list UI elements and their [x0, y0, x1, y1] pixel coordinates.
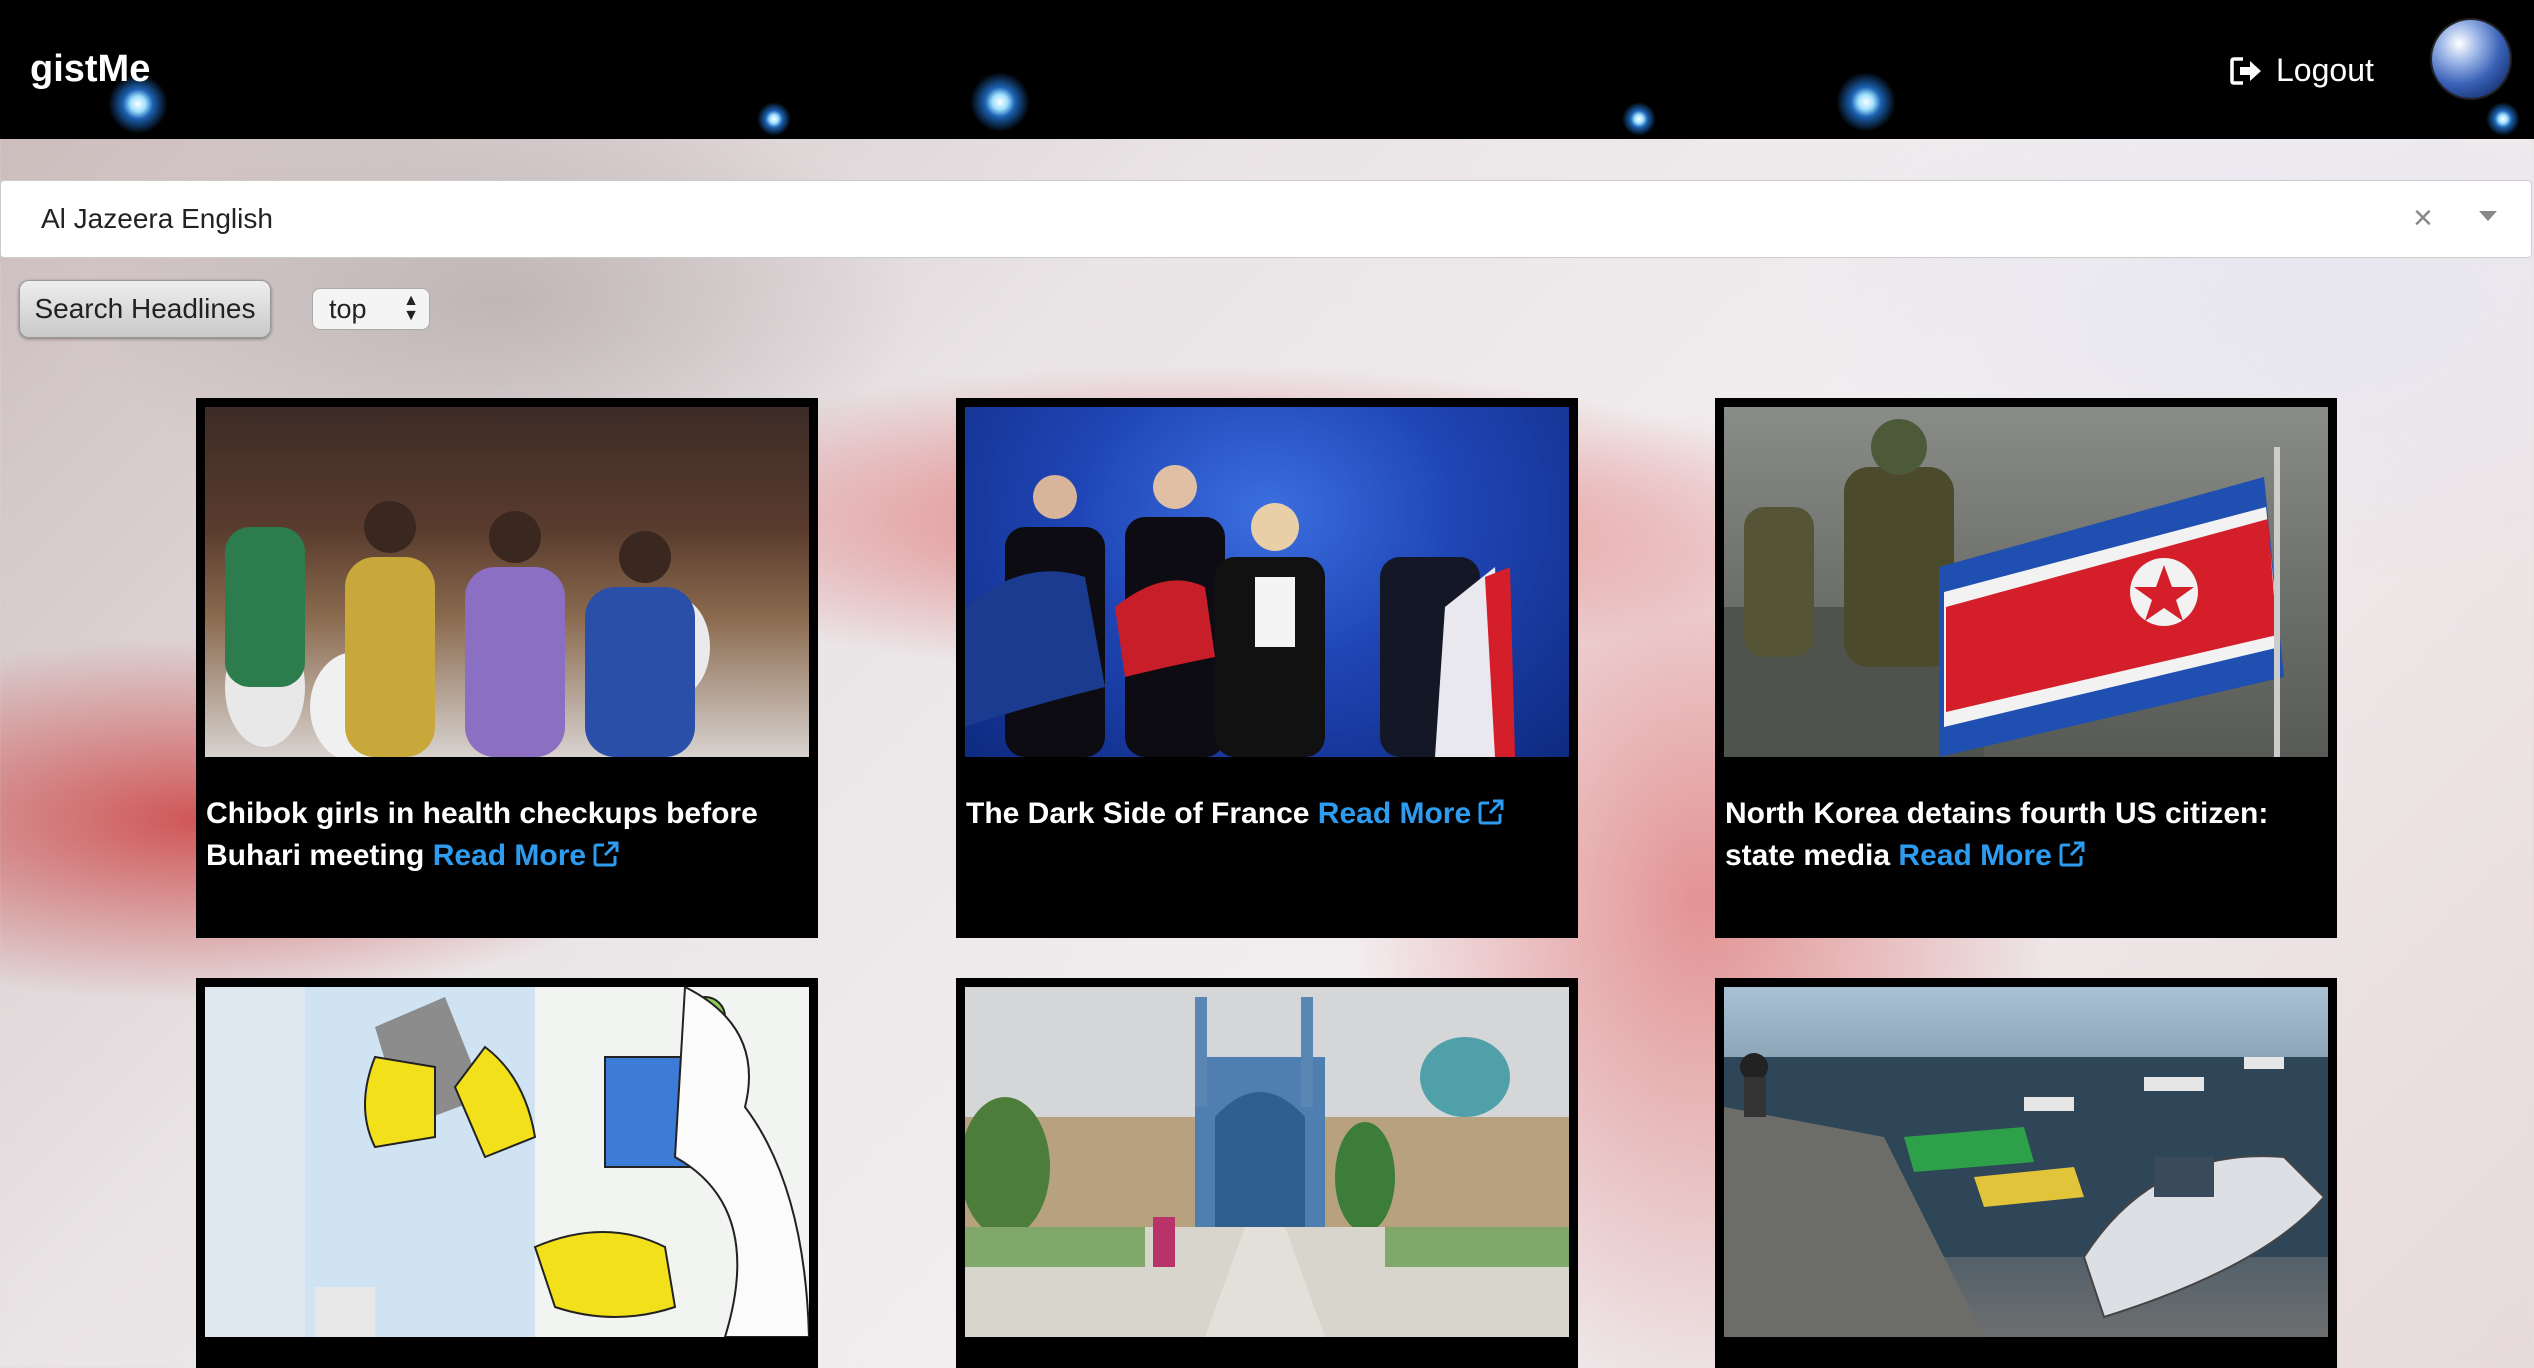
sparkle-decoration: [2486, 102, 2520, 136]
logout-button[interactable]: Logout: [2230, 52, 2374, 89]
news-source-select[interactable]: Al Jazeera English ×: [0, 180, 2532, 258]
chevron-down-icon[interactable]: [2479, 211, 2497, 221]
article-card: [956, 978, 1578, 1368]
sparkle-decoration: [970, 72, 1030, 132]
article-card: Chibok girls in health checkups before B…: [196, 398, 818, 938]
read-more-link[interactable]: Read More: [1318, 797, 1505, 830]
article-card: [1715, 978, 2337, 1368]
article-image[interactable]: [965, 987, 1569, 1337]
sparkle-decoration: [757, 102, 791, 136]
brand-logo[interactable]: gistMe: [30, 48, 150, 91]
article-card: North Korea detains fourth US citizen: s…: [1715, 398, 2337, 938]
article-card: [196, 978, 818, 1368]
article-image[interactable]: [205, 407, 809, 757]
article-image[interactable]: [205, 987, 809, 1337]
sign-out-icon: [2230, 56, 2261, 85]
clear-icon[interactable]: ×: [2413, 199, 2433, 238]
article-caption: North Korea detains fourth US citizen: s…: [1724, 757, 2328, 877]
sort-by-value: top: [329, 294, 367, 324]
user-avatar[interactable]: [2432, 20, 2510, 98]
article-card: The Dark Side of France Read More: [956, 398, 1578, 938]
sparkle-decoration: [1622, 102, 1656, 136]
article-caption: [965, 1337, 1569, 1368]
article-caption: Chibok girls in health checkups before B…: [205, 757, 809, 877]
read-more-link[interactable]: Read More: [433, 839, 620, 872]
read-more-link[interactable]: Read More: [1898, 839, 2085, 872]
external-link-icon: [593, 841, 619, 867]
sort-by-select[interactable]: top ▲ ▼: [312, 288, 430, 330]
article-image[interactable]: [965, 407, 1569, 757]
article-title: The Dark Side of France: [966, 797, 1310, 830]
selected-source: Al Jazeera English: [41, 203, 273, 234]
article-image[interactable]: [1724, 987, 2328, 1337]
article-caption: [205, 1337, 809, 1368]
logout-label: Logout: [2276, 52, 2374, 88]
external-link-icon: [1478, 799, 1504, 825]
article-caption: [1724, 1337, 2328, 1368]
external-link-icon: [2059, 841, 2085, 867]
article-image[interactable]: [1724, 407, 2328, 757]
select-arrows-icon: ▲ ▼: [403, 292, 419, 324]
sparkle-decoration: [1836, 72, 1896, 132]
search-headlines-button[interactable]: Search Headlines: [19, 280, 271, 338]
top-navbar: gistMe Logout: [0, 0, 2534, 139]
article-caption: The Dark Side of France Read More: [965, 757, 1569, 835]
